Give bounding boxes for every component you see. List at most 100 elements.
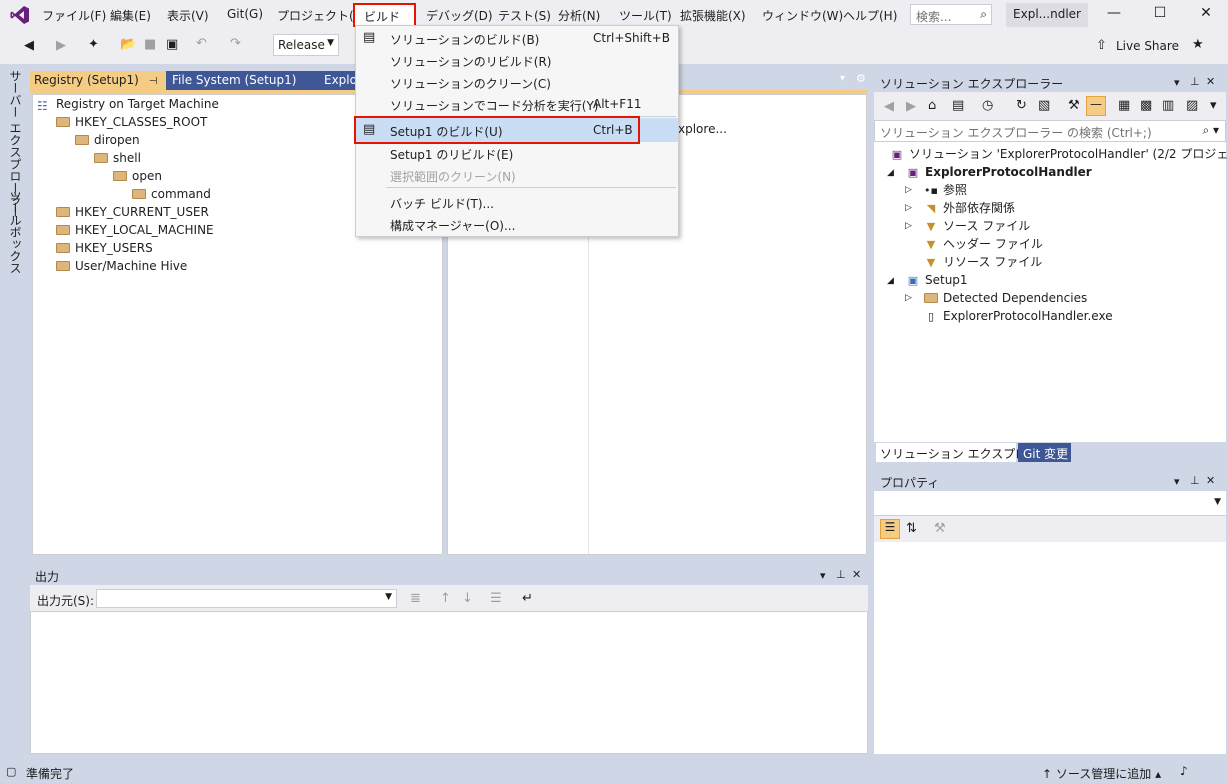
live-share-button[interactable]: Live Share [1116, 39, 1179, 53]
pin-icon[interactable]: ⊥ [836, 568, 846, 581]
menu-item-build-solution[interactable]: ▤ ソリューションのビルド(B) Ctrl+Shift+B [356, 27, 678, 49]
live-share-icon[interactable]: ⇧ [1096, 38, 1107, 53]
redo-icon[interactable]: ↷ [230, 36, 241, 51]
tree-node-project[interactable]: ▣ ExplorerProtocolHandler [906, 163, 1092, 181]
feedback-icon[interactable]: ★ [1192, 37, 1204, 52]
next-message-icon[interactable]: ↓ [462, 591, 473, 606]
menu-debug[interactable]: デバッグ(D) [426, 7, 493, 24]
collapsed-arrow-icon[interactable]: ▷ [905, 185, 912, 195]
expanded-arrow-icon[interactable]: ◢ [887, 276, 894, 286]
gear-icon[interactable]: ⚙ [856, 72, 866, 85]
property-pages-icon[interactable]: ⚒ [934, 521, 946, 536]
chevron-down-icon[interactable]: ▾ [1174, 475, 1180, 488]
collapsed-arrow-icon[interactable]: ▷ [905, 203, 912, 213]
properties-wrench-icon[interactable]: ⚒ [1068, 98, 1080, 113]
configuration-dropdown[interactable]: Release ▼ [273, 34, 339, 56]
tree-node-setup[interactable]: ▣ Setup1 [906, 271, 968, 289]
forward-icon[interactable]: ▶ [56, 38, 66, 53]
more-options-icon[interactable]: ▾ [1210, 98, 1217, 113]
forward-icon[interactable]: ▶ [906, 99, 916, 114]
categorized-icon[interactable]: ☰ [880, 519, 900, 539]
tree-node-source-files[interactable]: ▼ ソース ファイル [924, 217, 1030, 235]
search-input[interactable]: 検索... ⌕ [910, 4, 992, 25]
tree-node-references[interactable]: •▪ 参照 [924, 181, 967, 199]
menu-item-configuration-manager[interactable]: 構成マネージャー(O)... [356, 213, 678, 235]
menu-view[interactable]: 表示(V) [167, 7, 209, 24]
view-code-icon[interactable]: ▥ [1162, 98, 1174, 113]
tree-node-exe[interactable]: ▯ ExplorerProtocolHandler.exe [924, 307, 1113, 325]
tree-node-hku[interactable]: HKEY_USERS [56, 239, 153, 257]
menu-edit[interactable]: 編集(E) [110, 7, 151, 24]
tree-node-resource-files[interactable]: ▼ リソース ファイル [924, 253, 1042, 271]
switch-views-icon[interactable]: ▤ [952, 98, 964, 113]
tab-file-system[interactable]: File System (Setup1) [166, 71, 318, 90]
tree-node-hklm[interactable]: HKEY_LOCAL_MACHINE [56, 221, 214, 239]
tree-node-diropen[interactable]: diropen [75, 131, 140, 149]
find-message-icon[interactable]: ≣ [410, 591, 421, 606]
chevron-down-icon[interactable]: ▾ [1174, 76, 1180, 89]
notification-bell-icon[interactable]: ♪ [1180, 764, 1188, 778]
tree-node-external-deps[interactable]: ◥ 外部依存関係 [924, 199, 1015, 217]
menu-help[interactable]: ヘルプ(H) [843, 7, 897, 24]
tree-node-root[interactable]: ☷ Registry on Target Machine [37, 95, 219, 113]
pin-icon[interactable]: ⊥ [1190, 474, 1200, 487]
undo-icon[interactable]: ↶ [196, 36, 207, 51]
tree-node-hive[interactable]: User/Machine Hive [56, 257, 187, 275]
properties-object-dropdown[interactable]: ▼ [874, 491, 1226, 516]
maximize-button[interactable]: ☐ [1144, 5, 1176, 25]
tree-node-shell[interactable]: shell [94, 149, 141, 167]
minimize-button[interactable]: — [1098, 5, 1130, 25]
menu-test[interactable]: テスト(S) [498, 7, 551, 24]
prev-message-icon[interactable]: ↑ [440, 591, 451, 606]
menu-extensions[interactable]: 拡張機能(X) [680, 7, 746, 24]
menu-analyze[interactable]: 分析(N) [558, 7, 600, 24]
tab-list-chevron-icon[interactable]: ▾ [840, 73, 845, 84]
menu-item-batch-build[interactable]: バッチ ビルド(T)... [356, 191, 678, 213]
collapsed-arrow-icon[interactable]: ▷ [905, 221, 912, 231]
history-icon[interactable]: ◷ [982, 98, 993, 113]
pin-icon[interactable]: ⊥ [1190, 75, 1200, 88]
menu-item-rebuild-solution[interactable]: ソリューションのリビルド(R) [356, 49, 678, 71]
tab-explorer[interactable]: Explo [318, 71, 356, 90]
add-to-source-control-button[interactable]: ↑ ソース管理に追加 ▴ [1042, 765, 1161, 782]
preview-selected-icon[interactable]: — [1086, 96, 1106, 116]
clear-all-icon[interactable]: ☰ [490, 591, 502, 606]
collapsed-arrow-icon[interactable]: ▷ [905, 293, 912, 303]
close-icon[interactable]: ✕ [1206, 75, 1215, 88]
tree-node-command[interactable]: command [132, 185, 211, 203]
tab-solution-explorer[interactable]: ソリューション エクスプローラー [876, 443, 1063, 462]
class-view-icon[interactable]: ▩ [1140, 98, 1152, 113]
menu-item-clean-solution[interactable]: ソリューションのクリーン(C) [356, 71, 678, 93]
menu-item-rebuild-setup1[interactable]: Setup1 のリビルド(E) [356, 142, 678, 164]
chevron-down-icon[interactable]: ▾ [820, 569, 826, 582]
tab-registry[interactable]: Registry (Setup1) ⊣ ✕ [30, 71, 174, 90]
list-item[interactable]: xplore... [678, 122, 727, 136]
tree-node-open[interactable]: open [113, 167, 162, 185]
word-wrap-icon[interactable]: ↵ [522, 591, 533, 606]
open-folder-icon[interactable]: 📂 [120, 37, 136, 52]
save-all-icon[interactable]: ▣ [166, 37, 178, 52]
tab-toolbox[interactable]: ツールボックス [7, 190, 24, 274]
solution-explorer-search[interactable]: ソリューション エクスプローラー の検索 (Ctrl+;) ⌕ ▾ [874, 120, 1226, 142]
back-icon[interactable]: ◀ [24, 38, 34, 53]
alphabetical-icon[interactable]: ⇅ [906, 521, 917, 536]
close-button[interactable]: ✕ [1190, 5, 1222, 25]
save-icon[interactable]: ■ [144, 37, 156, 52]
expanded-arrow-icon[interactable]: ◢ [887, 168, 894, 178]
menu-file[interactable]: ファイル(F) [42, 7, 106, 24]
new-item-icon[interactable]: ✦ [88, 37, 99, 52]
tab-git-changes[interactable]: Git 変更 [1018, 443, 1071, 462]
tree-node-solution[interactable]: ▣ ソリューション 'ExplorerProtocolHandler' (2/2 … [890, 145, 1228, 163]
menu-window[interactable]: ウィンドウ(W) [762, 7, 843, 24]
home-icon[interactable]: ⌂ [928, 98, 936, 113]
close-icon[interactable]: ✕ [1206, 474, 1215, 487]
show-all-files-icon[interactable]: ▦ [1118, 98, 1130, 113]
output-text-area[interactable] [30, 611, 868, 754]
menu-git[interactable]: Git(G) [227, 7, 263, 21]
output-source-dropdown[interactable]: ▼ [96, 589, 397, 608]
close-icon[interactable]: ✕ [852, 568, 861, 581]
menu-item-run-code-analysis[interactable]: ソリューションでコード分析を実行(Y) Alt+F11 [356, 93, 678, 115]
menu-build[interactable]: ビルド(B) [353, 3, 416, 39]
collapse-all-icon[interactable]: ▧ [1038, 98, 1050, 113]
menu-tools[interactable]: ツール(T) [619, 7, 672, 24]
